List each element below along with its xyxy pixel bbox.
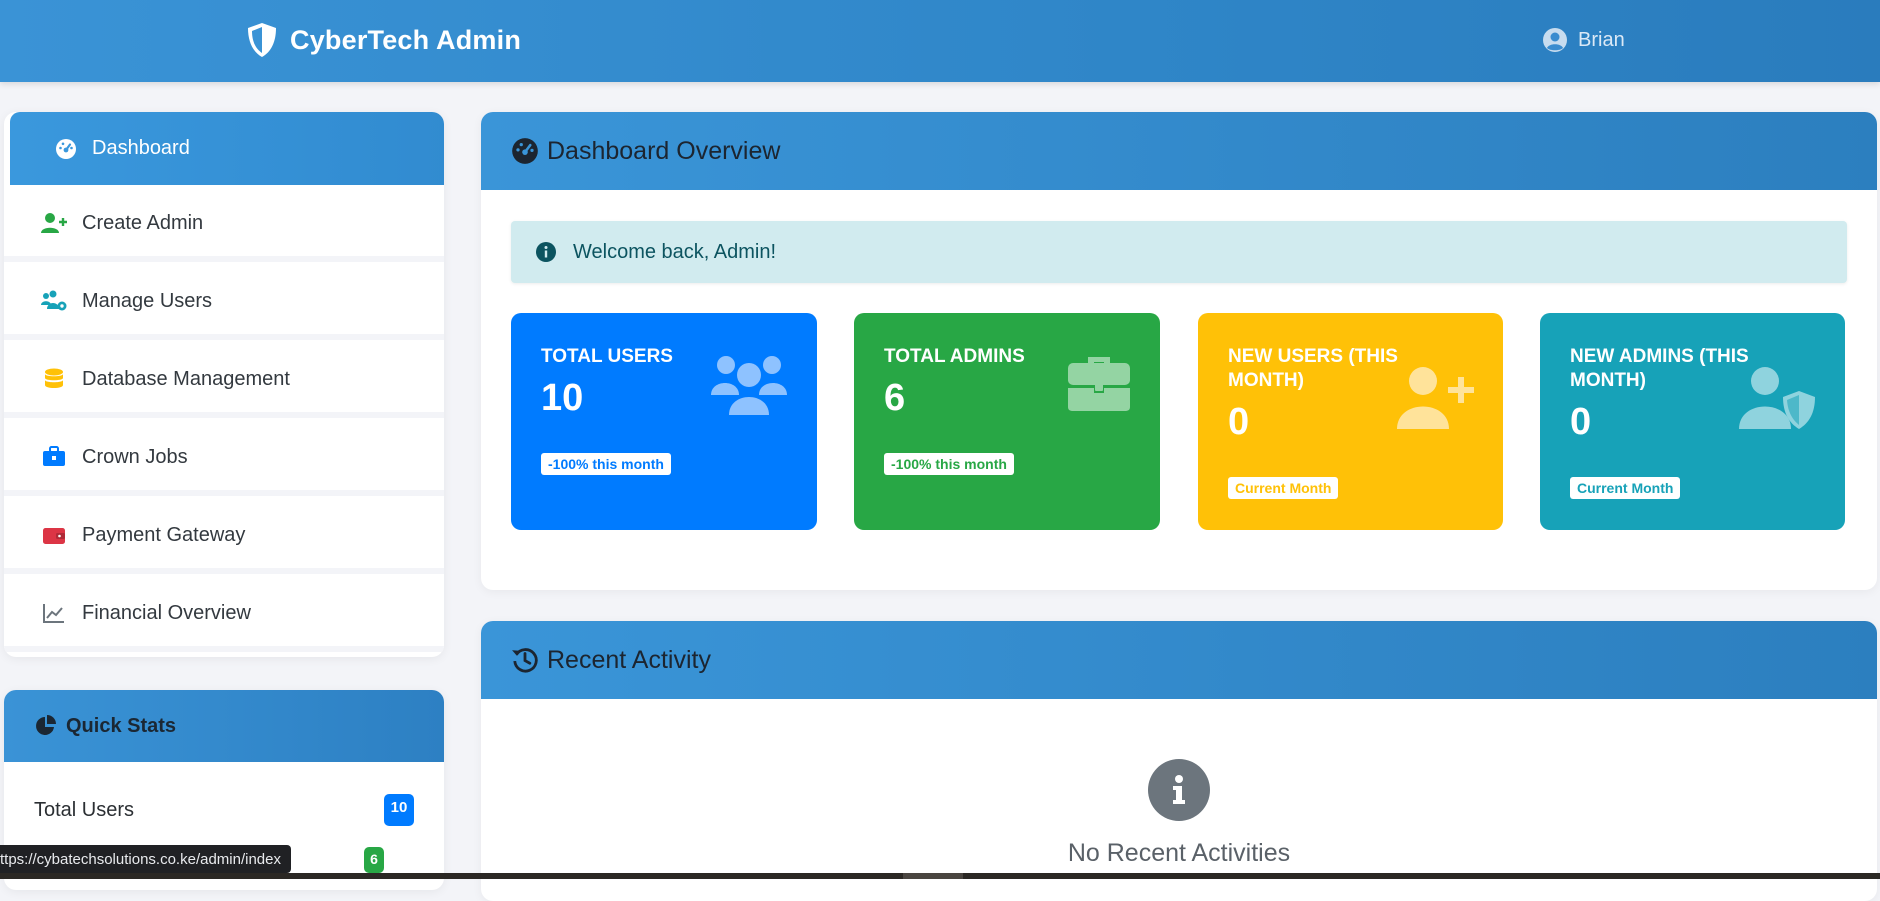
stat-badge: -100% this month bbox=[884, 453, 1014, 475]
info-icon bbox=[1148, 759, 1210, 821]
quick-stats-header: Quick Stats bbox=[4, 690, 444, 762]
stat-badge: Current Month bbox=[1570, 477, 1681, 499]
recent-activity-panel: Recent Activity No Recent Activities bbox=[481, 621, 1877, 901]
sidebar-item-label: Create Admin bbox=[82, 211, 204, 234]
stat-value: 0 bbox=[1570, 401, 1592, 443]
stat-card-new-admins: NEW ADMINS (THIS MONTH) 0 Current Month bbox=[1540, 313, 1845, 530]
quick-stats-title: Quick Stats bbox=[66, 714, 177, 737]
gauge-icon bbox=[512, 138, 538, 164]
stat-title: TOTAL ADMINS bbox=[884, 346, 1025, 367]
stat-card-total-admins: TOTAL ADMINS 6 -100% this month bbox=[854, 313, 1160, 530]
sidebar-item-create-admin[interactable]: Create Admin bbox=[4, 190, 444, 262]
sidebar-item-label: Dashboard bbox=[92, 137, 190, 159]
chart-line-icon bbox=[40, 599, 68, 627]
user-plus-icon bbox=[40, 209, 68, 237]
quick-stats-row-total-users: Total Users 10 bbox=[34, 790, 414, 830]
stat-value: 10 bbox=[541, 377, 584, 419]
stat-title: NEW ADMINS (THIS MONTH) bbox=[1570, 346, 1749, 391]
sidebar-item-label: Crown Jobs bbox=[82, 445, 188, 468]
recent-activity-header: Recent Activity bbox=[481, 621, 1877, 699]
sidebar-item-crown-jobs[interactable]: Crown Jobs bbox=[4, 424, 444, 496]
empty-state-text: No Recent Activities bbox=[1067, 839, 1291, 867]
sidebar-item-financial-overview[interactable]: Financial Overview bbox=[4, 580, 444, 652]
sidebar-item-dashboard[interactable]: Dashboard bbox=[10, 112, 444, 185]
users-icon bbox=[711, 356, 787, 415]
taskbar-strip bbox=[0, 873, 1880, 879]
briefcase-icon bbox=[1068, 357, 1130, 411]
stat-value: 0 bbox=[1228, 401, 1250, 443]
info-circle-icon bbox=[536, 242, 556, 262]
top-navbar: CyberTech Admin Brian bbox=[0, 0, 1880, 82]
panel-title: Dashboard Overview bbox=[547, 136, 781, 165]
sidebar-item-label: Database Management bbox=[82, 367, 290, 390]
user-shield-icon bbox=[1739, 367, 1815, 429]
stat-badge: -100% this month bbox=[541, 453, 671, 475]
welcome-alert: Welcome back, Admin! bbox=[511, 221, 1847, 283]
user-name: Brian bbox=[1578, 28, 1625, 51]
user-menu[interactable]: Brian bbox=[1542, 24, 1625, 56]
brand-link[interactable]: CyberTech Admin bbox=[246, 20, 521, 60]
briefcase-icon bbox=[40, 443, 68, 471]
sidebar-menu: Dashboard Create Admin Manage Users Data… bbox=[4, 112, 444, 657]
browser-status-url: ttps://cybatechsolutions.co.ke/admin/ind… bbox=[0, 845, 291, 873]
sidebar-item-payment-gateway[interactable]: Payment Gateway bbox=[4, 502, 444, 574]
shield-icon bbox=[248, 23, 276, 57]
quick-stats-badge: 6 bbox=[364, 847, 384, 873]
chart-pie-icon bbox=[36, 715, 56, 735]
sidebar-item-database-management[interactable]: Database Management bbox=[4, 346, 444, 418]
dashboard-overview-header: Dashboard Overview bbox=[481, 112, 1877, 190]
stat-title: NEW USERS (THIS MONTH) bbox=[1228, 346, 1398, 391]
user-plus-icon bbox=[1397, 367, 1474, 429]
stat-title: TOTAL USERS bbox=[541, 346, 673, 367]
panel-title: Recent Activity bbox=[547, 645, 711, 674]
brand-title: CyberTech Admin bbox=[290, 24, 522, 55]
user-circle-icon bbox=[1543, 28, 1567, 52]
taskbar-segment bbox=[903, 873, 963, 879]
sidebar-item-label: Financial Overview bbox=[82, 601, 251, 624]
stat-card-new-users: NEW USERS (THIS MONTH) 0 Current Month bbox=[1198, 313, 1503, 530]
sidebar-item-manage-users[interactable]: Manage Users bbox=[4, 268, 444, 340]
stat-card-total-users: TOTAL USERS 10 -100% this month bbox=[511, 313, 817, 530]
database-icon bbox=[40, 365, 68, 393]
sidebar-item-label: Manage Users bbox=[82, 289, 213, 312]
users-cog-icon bbox=[40, 287, 68, 315]
stat-badge: Current Month bbox=[1228, 477, 1339, 499]
history-icon bbox=[512, 648, 538, 673]
dashboard-overview-panel: Dashboard Overview Welcome back, Admin! … bbox=[481, 112, 1877, 590]
quick-stats-badge: 10 bbox=[384, 794, 414, 826]
quick-stats-label: Total Users bbox=[34, 798, 135, 821]
gauge-icon bbox=[52, 135, 80, 163]
welcome-text: Welcome back, Admin! bbox=[573, 240, 777, 263]
wallet-icon bbox=[40, 521, 68, 549]
stat-value: 6 bbox=[884, 377, 906, 419]
sidebar-item-label: Payment Gateway bbox=[82, 523, 246, 546]
